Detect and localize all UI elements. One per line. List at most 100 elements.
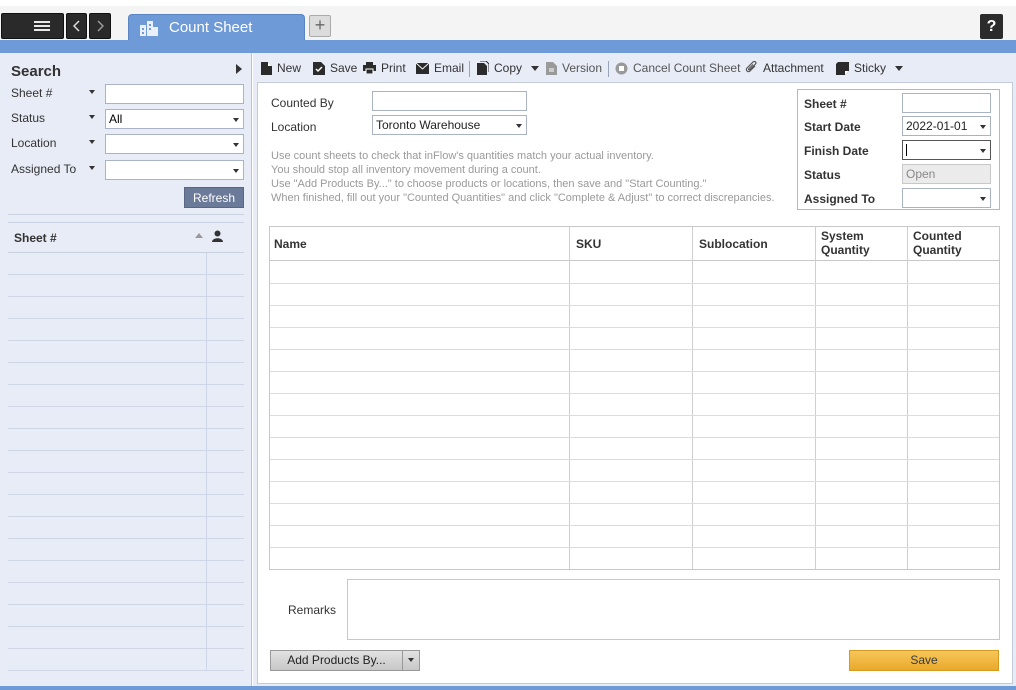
filter-mode-sheet-dropdown[interactable]: [89, 90, 95, 94]
list-item[interactable]: [8, 253, 244, 275]
save-button[interactable]: Save: [849, 650, 999, 671]
forward-button[interactable]: [89, 13, 111, 39]
search-sidebar: Search Sheet # Status All Location Assig…: [0, 53, 252, 687]
location-select[interactable]: Toronto Warehouse: [372, 115, 527, 135]
column-header-name[interactable]: Name: [274, 227, 307, 261]
sheet-info-box: Sheet # Start Date 2022-01-01 Finish Dat…: [797, 89, 1000, 210]
list-item[interactable]: [8, 649, 244, 671]
count-sheet-main: New Save Print Email Copy Version Cancel…: [253, 53, 1016, 686]
list-item[interactable]: [8, 429, 244, 451]
version-document-icon: [546, 61, 557, 75]
filter-label-assigned: Assigned To: [11, 162, 77, 176]
filter-mode-status-dropdown[interactable]: [89, 115, 95, 119]
add-products-by-button[interactable]: Add Products By...: [270, 650, 420, 671]
save-toolbar-button[interactable]: Save: [313, 61, 357, 75]
list-item[interactable]: [8, 407, 244, 429]
version-button[interactable]: Version: [546, 61, 602, 75]
filter-label-location: Location: [11, 136, 57, 150]
system-quantity-line-1: System: [821, 229, 864, 243]
help-button[interactable]: ?: [980, 14, 1003, 39]
list-item[interactable]: [8, 341, 244, 363]
sticky-dropdown-chevron-icon[interactable]: [895, 65, 904, 71]
list-item[interactable]: [8, 517, 244, 539]
email-label: Email: [434, 61, 465, 75]
list-item[interactable]: [8, 451, 244, 473]
list-item[interactable]: [8, 583, 244, 605]
results-list-header: Sheet #: [8, 223, 244, 253]
assigned-to-select[interactable]: [902, 188, 991, 208]
table-row[interactable]: [270, 327, 999, 328]
table-row[interactable]: [270, 305, 999, 306]
filter-sheet-input[interactable]: [105, 84, 244, 104]
list-item[interactable]: [8, 495, 244, 517]
new-button[interactable]: New: [261, 61, 301, 75]
column-header-sku[interactable]: SKU: [576, 227, 601, 261]
start-date-picker[interactable]: 2022-01-01: [902, 116, 991, 136]
table-row[interactable]: [270, 503, 999, 504]
toolbar-separator: [608, 61, 609, 77]
table-row[interactable]: [270, 547, 999, 548]
table-row[interactable]: [270, 437, 999, 438]
column-divider: [569, 227, 570, 569]
list-item[interactable]: [8, 385, 244, 407]
filter-status-select[interactable]: All: [105, 109, 244, 129]
filter-location-select[interactable]: [105, 134, 244, 154]
remarks-textarea[interactable]: [347, 579, 1000, 640]
finish-date-label: Finish Date: [804, 144, 869, 158]
copy-dropdown-chevron-icon[interactable]: [531, 65, 540, 71]
add-products-dropdown[interactable]: [403, 651, 419, 670]
table-row[interactable]: [270, 371, 999, 372]
counted-by-input[interactable]: [372, 91, 527, 111]
column-header-sublocation[interactable]: Sublocation: [699, 227, 768, 261]
list-item[interactable]: [8, 627, 244, 649]
tab-count-sheet[interactable]: Count Sheet: [128, 14, 305, 40]
finish-date-picker[interactable]: [902, 140, 991, 160]
counted-quantity-line-2: Quantity: [913, 243, 962, 257]
table-row[interactable]: [270, 525, 999, 526]
sheet-number-input[interactable]: [902, 93, 991, 113]
filter-mode-location-dropdown[interactable]: [89, 140, 95, 144]
print-label: Print: [381, 61, 406, 75]
copy-button[interactable]: Copy: [477, 61, 540, 75]
email-button[interactable]: Email: [416, 61, 464, 75]
collapse-sidebar-icon[interactable]: [236, 64, 242, 74]
start-date-value: 2022-01-01: [906, 119, 968, 133]
copy-label: Copy: [494, 61, 523, 75]
list-item[interactable]: [8, 561, 244, 583]
cancel-count-sheet-button[interactable]: Cancel Count Sheet: [615, 61, 740, 75]
table-row[interactable]: [270, 481, 999, 482]
table-row[interactable]: [270, 393, 999, 394]
list-item[interactable]: [8, 319, 244, 341]
filter-assigned-select[interactable]: [105, 160, 244, 180]
list-item[interactable]: [8, 473, 244, 495]
list-item[interactable]: [8, 363, 244, 385]
table-row[interactable]: [270, 459, 999, 460]
column-header-system-quantity[interactable]: System Quantity: [821, 227, 870, 261]
main-menu-button[interactable]: [1, 13, 64, 39]
person-icon[interactable]: [212, 230, 223, 242]
refresh-button[interactable]: Refresh: [184, 187, 244, 208]
list-item[interactable]: [8, 297, 244, 319]
tab-label: Count Sheet: [169, 19, 253, 36]
back-button[interactable]: [66, 13, 87, 39]
text-cursor: [906, 144, 907, 156]
add-tab-button[interactable]: +: [309, 15, 331, 37]
list-item[interactable]: [8, 539, 244, 561]
count-sheet-icon: [140, 20, 158, 36]
instruction-line: You should stop all inventory movement d…: [271, 164, 541, 176]
copy-icon: [477, 61, 489, 75]
chevron-down-icon: [516, 124, 522, 128]
table-row[interactable]: [270, 415, 999, 416]
list-item[interactable]: [8, 275, 244, 297]
sticky-button[interactable]: Sticky: [836, 61, 904, 75]
table-row[interactable]: [270, 283, 999, 284]
column-header-counted-quantity[interactable]: Counted Quantity: [913, 227, 962, 261]
print-button[interactable]: Print: [363, 61, 406, 75]
attachment-button[interactable]: Attachment: [745, 61, 824, 75]
list-item[interactable]: [8, 605, 244, 627]
sort-ascending-icon[interactable]: [195, 233, 203, 238]
table-row[interactable]: [270, 349, 999, 350]
paperclip-icon: [745, 61, 757, 73]
filter-mode-assigned-dropdown[interactable]: [89, 166, 95, 170]
results-column-sheet[interactable]: Sheet #: [14, 231, 57, 245]
